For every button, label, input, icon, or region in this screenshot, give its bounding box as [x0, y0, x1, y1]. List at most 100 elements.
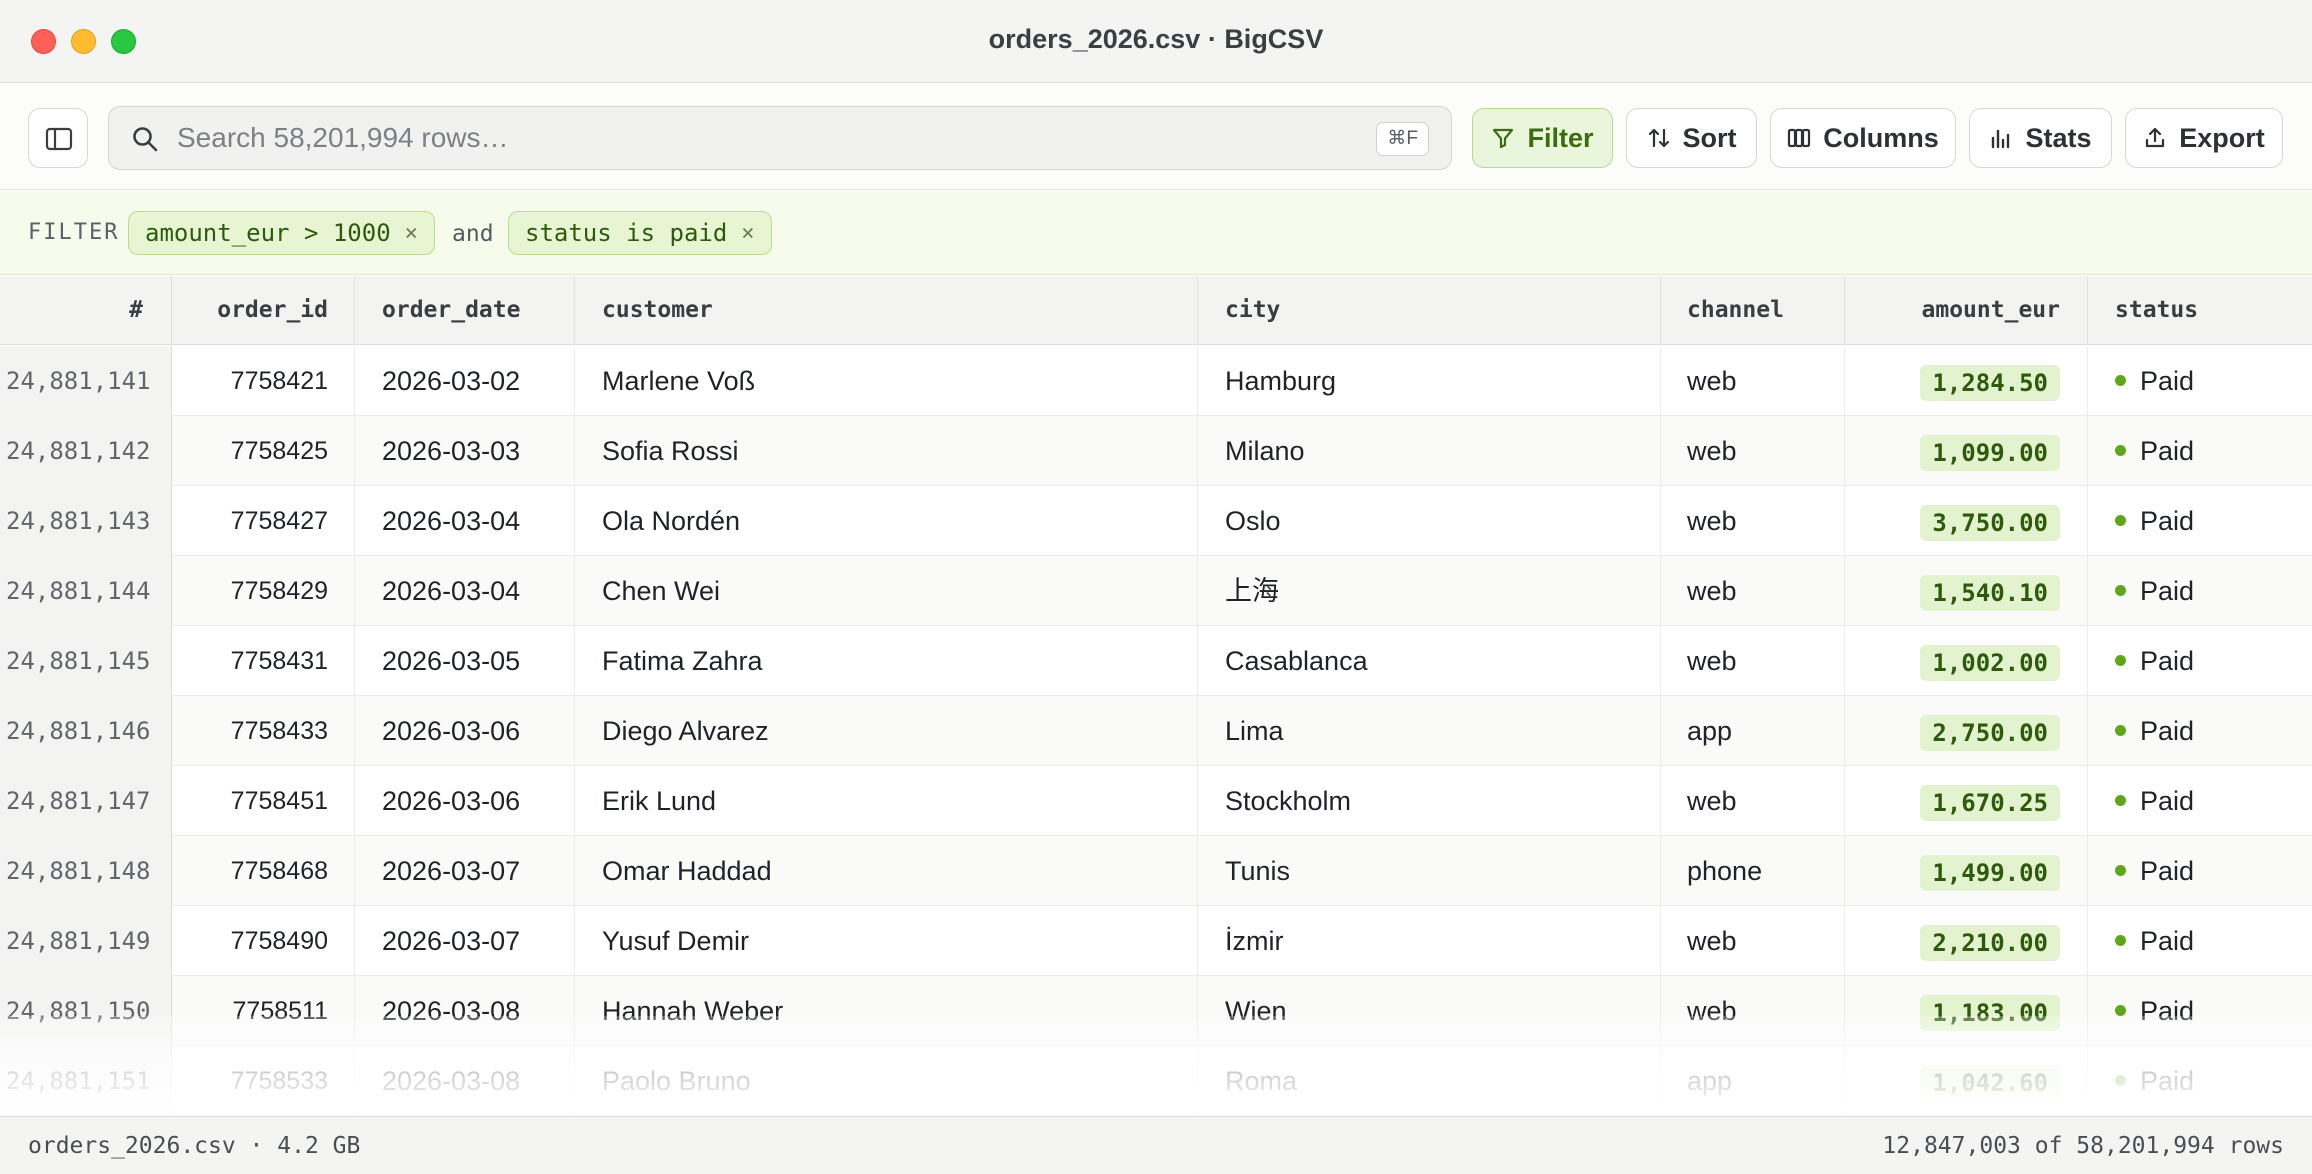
row-index-cell[interactable]: 24,881,143 [0, 486, 172, 556]
order-id-cell[interactable]: 7758433 [172, 696, 355, 766]
order-id-cell[interactable]: 7758429 [172, 556, 355, 626]
city-cell[interactable]: Wien [1198, 976, 1661, 1046]
order-id-cell[interactable]: 7758421 [172, 346, 355, 416]
channel-cell[interactable]: app [1661, 696, 1845, 766]
order-date-cell[interactable]: 2026-03-07 [355, 906, 575, 976]
table-row[interactable]: 24,881,150 7758511 2026-03-08 Hannah Weber W… [0, 976, 2312, 1046]
status-cell[interactable]: Paid [2088, 766, 2312, 836]
status-cell[interactable]: Paid [2088, 1046, 2312, 1116]
remove-filter-icon[interactable]: × [741, 221, 754, 246]
table-row[interactable]: 24,881,151 7758533 2026-03-08 Paolo Bruno Ro… [0, 1046, 2312, 1116]
channel-cell[interactable]: web [1661, 346, 1845, 416]
column-header-customer[interactable]: customer [575, 276, 1198, 345]
status-cell[interactable]: Paid [2088, 556, 2312, 626]
channel-cell[interactable]: web [1661, 766, 1845, 836]
city-cell[interactable]: Tunis [1198, 836, 1661, 906]
table-row[interactable]: 24,881,146 7758433 2026-03-06 Diego Alvarez… [0, 696, 2312, 766]
order-date-cell[interactable]: 2026-03-02 [355, 346, 575, 416]
status-cell[interactable]: Paid [2088, 906, 2312, 976]
row-index-cell[interactable]: 24,881,149 [0, 906, 172, 976]
row-index-cell[interactable]: 24,881,148 [0, 836, 172, 906]
customer-cell[interactable]: Diego Alvarez [575, 696, 1198, 766]
city-cell[interactable]: Stockholm [1198, 766, 1661, 836]
order-id-cell[interactable]: 7758533 [172, 1046, 355, 1116]
columns-button[interactable]: Columns [1770, 108, 1956, 168]
amount-eur-cell[interactable]: 1,002.00 [1845, 626, 2088, 696]
order-id-cell[interactable]: 7758468 [172, 836, 355, 906]
status-cell[interactable]: Paid [2088, 976, 2312, 1046]
table-row[interactable]: 24,881,142 7758425 2026-03-03 Sofia Rossi Mi… [0, 416, 2312, 486]
customer-cell[interactable]: Marlene Voß [575, 346, 1198, 416]
table-row[interactable]: 24,881,149 7758490 2026-03-07 Yusuf Demir İz… [0, 906, 2312, 976]
column-header-city[interactable]: city [1198, 276, 1661, 345]
toggle-sidebar-button[interactable] [28, 108, 88, 168]
customer-cell[interactable]: Ola Nordén [575, 486, 1198, 556]
amount-eur-cell[interactable]: 1,099.00 [1845, 416, 2088, 486]
customer-cell[interactable]: Paolo Bruno [575, 1046, 1198, 1116]
city-cell[interactable]: Lima [1198, 696, 1661, 766]
city-cell[interactable]: 上海 [1198, 556, 1661, 626]
row-index-cell[interactable]: 24,881,150 [0, 976, 172, 1046]
row-index-cell[interactable]: 24,881,145 [0, 626, 172, 696]
channel-cell[interactable]: app [1661, 1046, 1845, 1116]
order-date-cell[interactable]: 2026-03-04 [355, 486, 575, 556]
customer-cell[interactable]: Fatima Zahra [575, 626, 1198, 696]
order-date-cell[interactable]: 2026-03-06 [355, 766, 575, 836]
amount-eur-cell[interactable]: 1,499.00 [1845, 836, 2088, 906]
channel-cell[interactable]: web [1661, 486, 1845, 556]
filter-chip-status[interactable]: status is paid × [508, 211, 772, 255]
order-id-cell[interactable]: 7758451 [172, 766, 355, 836]
city-cell[interactable]: Hamburg [1198, 346, 1661, 416]
order-date-cell[interactable]: 2026-03-04 [355, 556, 575, 626]
table-row[interactable]: 24,881,147 7758451 2026-03-06 Erik Lund Stoc… [0, 766, 2312, 836]
row-index-cell[interactable]: 24,881,141 [0, 346, 172, 416]
order-date-cell[interactable]: 2026-03-07 [355, 836, 575, 906]
column-header-amount-eur[interactable]: amount_eur [1845, 276, 2088, 345]
row-index-cell[interactable]: 24,881,151 [0, 1046, 172, 1116]
column-header-status[interactable]: status [2088, 276, 2312, 345]
customer-cell[interactable]: Omar Haddad [575, 836, 1198, 906]
search-input[interactable] [177, 117, 1337, 159]
city-cell[interactable]: İzmir [1198, 906, 1661, 976]
filter-button[interactable]: Filter [1472, 108, 1613, 168]
channel-cell[interactable]: web [1661, 626, 1845, 696]
city-cell[interactable]: Casablanca [1198, 626, 1661, 696]
column-header-index[interactable]: # [0, 276, 172, 345]
status-cell[interactable]: Paid [2088, 626, 2312, 696]
export-button[interactable]: Export [2125, 108, 2283, 168]
row-index-cell[interactable]: 24,881,147 [0, 766, 172, 836]
remove-filter-icon[interactable]: × [405, 221, 418, 246]
order-date-cell[interactable]: 2026-03-03 [355, 416, 575, 486]
order-date-cell[interactable]: 2026-03-08 [355, 1046, 575, 1116]
city-cell[interactable]: Roma [1198, 1046, 1661, 1116]
column-header-channel[interactable]: channel [1661, 276, 1845, 345]
table-row[interactable]: 24,881,143 7758427 2026-03-04 Ola Nordén Osl… [0, 486, 2312, 556]
order-id-cell[interactable]: 7758427 [172, 486, 355, 556]
row-index-cell[interactable]: 24,881,146 [0, 696, 172, 766]
stats-button[interactable]: Stats [1969, 108, 2112, 168]
order-id-cell[interactable]: 7758490 [172, 906, 355, 976]
column-header-order-id[interactable]: order_id [172, 276, 355, 345]
amount-eur-cell[interactable]: 1,284.50 [1845, 346, 2088, 416]
channel-cell[interactable]: web [1661, 976, 1845, 1046]
order-date-cell[interactable]: 2026-03-05 [355, 626, 575, 696]
table-row[interactable]: 24,881,145 7758431 2026-03-05 Fatima Zahra C… [0, 626, 2312, 696]
table-row[interactable]: 24,881,141 7758421 2026-03-02 Marlene Voß Ha… [0, 346, 2312, 416]
filter-chip-amount[interactable]: amount_eur > 1000 × [128, 211, 435, 255]
status-cell[interactable]: Paid [2088, 486, 2312, 556]
city-cell[interactable]: Milano [1198, 416, 1661, 486]
order-id-cell[interactable]: 7758431 [172, 626, 355, 696]
table-row[interactable]: 24,881,148 7758468 2026-03-07 Omar Haddad Tu… [0, 836, 2312, 906]
channel-cell[interactable]: phone [1661, 836, 1845, 906]
table-row[interactable]: 24,881,144 7758429 2026-03-04 Chen Wei 上海 web… [0, 556, 2312, 626]
amount-eur-cell[interactable]: 1,540.10 [1845, 556, 2088, 626]
order-date-cell[interactable]: 2026-03-06 [355, 696, 575, 766]
status-cell[interactable]: Paid [2088, 346, 2312, 416]
amount-eur-cell[interactable]: 2,750.00 [1845, 696, 2088, 766]
amount-eur-cell[interactable]: 1,670.25 [1845, 766, 2088, 836]
customer-cell[interactable]: Chen Wei [575, 556, 1198, 626]
customer-cell[interactable]: Erik Lund [575, 766, 1198, 836]
order-date-cell[interactable]: 2026-03-08 [355, 976, 575, 1046]
order-id-cell[interactable]: 7758511 [172, 976, 355, 1046]
status-cell[interactable]: Paid [2088, 836, 2312, 906]
